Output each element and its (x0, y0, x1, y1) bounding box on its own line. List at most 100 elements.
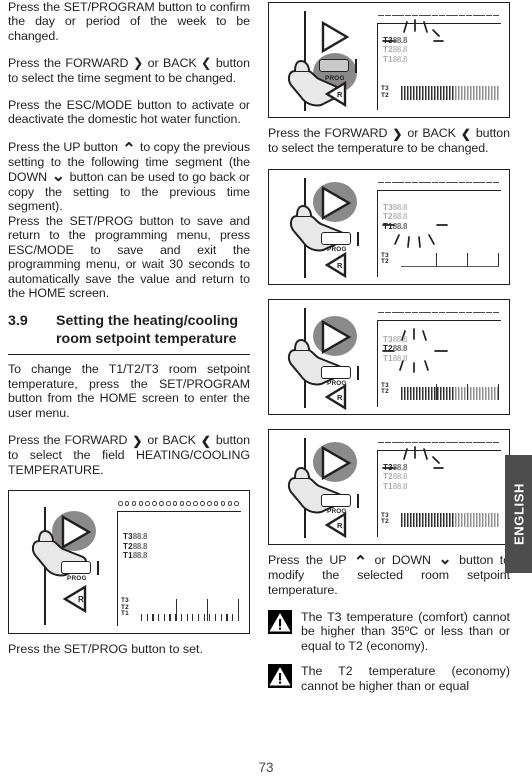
label-t1: T1 (123, 550, 133, 560)
day-dash (438, 181, 445, 183)
schedule-graph: T3 T2 (379, 509, 499, 535)
paragraph-esc-mode-dhw: Press the ESC/MODE button to activate or… (8, 98, 250, 127)
paragraph-confirm-day: Press the SET/PROGRAM button to confirm … (8, 0, 250, 43)
day-dash (465, 441, 472, 443)
paragraph-change-setpoint: To change the T1/T2/T3 room setpoint tem… (8, 362, 250, 420)
day-dash (486, 311, 492, 313)
setpoint-row-t2: T288.8 (383, 344, 407, 353)
paragraph-forward-back-temperature: Press the FORWARD or BACK button to sele… (268, 126, 510, 156)
controller-illustration: PROG R (283, 306, 365, 410)
lcd-frame-left (117, 511, 118, 627)
lcd-frame-left (377, 449, 378, 537)
label-t1: T1 (383, 353, 393, 363)
day-dot (213, 501, 219, 506)
warning-t2: The T2 temperature (economy) cannot be h… (268, 664, 510, 693)
text-fragment: Press the UP button (8, 139, 122, 154)
day-dash (492, 311, 499, 313)
mode-button-glyph: R (324, 251, 347, 278)
figure-select-t3: PROG R T388.8 T288.8 T188.8 T3 T2 (268, 428, 510, 545)
day-dash (378, 311, 384, 313)
section-number: 3.9 (8, 313, 28, 330)
mode-button-glyph: R (324, 383, 347, 410)
day-dash (411, 181, 418, 183)
graph-minor-tick (209, 614, 211, 622)
day-dot (131, 501, 137, 506)
label-t3: T3 (383, 462, 393, 472)
setpoint-readout: T388.8 T288.8 T188.8 (383, 335, 407, 363)
day-dash (384, 15, 391, 16)
mode-button-glyph: R (324, 511, 347, 538)
day-dot (200, 501, 205, 506)
setpoint-row-t2: T288.8 (383, 472, 407, 481)
day-dash (418, 441, 425, 443)
graph-row-labels: T3 T2 T1 (121, 598, 129, 618)
warning-t3: The T3 temperature (comfort) cannot be h… (268, 610, 510, 653)
down-arrow-icon (437, 554, 452, 568)
day-dot (179, 501, 185, 506)
graph-hatch-band (454, 86, 499, 100)
day-dash (432, 181, 438, 183)
graph-label-t1: T1 (121, 610, 129, 618)
graph-minor-tick (237, 614, 239, 622)
label-t3: T3 (383, 334, 393, 344)
day-dash (486, 181, 492, 183)
graph-minor-tick (169, 614, 171, 622)
day-dash (438, 15, 445, 16)
page-number: 73 (258, 760, 274, 775)
day-dot (193, 501, 198, 506)
right-column: PROG R T388.8 T288.8 T188.8 T3 T2 Press … (268, 0, 510, 704)
svg-text:R: R (337, 393, 343, 402)
graph-row-labels: T3 T2 (381, 85, 389, 99)
paragraph-forward-back-time-segment: Press the FORWARD ❯ or BACK ❮ button to … (8, 56, 250, 85)
lcd-frame-top (377, 319, 501, 321)
graph-plot (141, 599, 240, 622)
controller-illustration: PROG R (283, 9, 365, 113)
label-t2: T2 (383, 45, 393, 55)
day-dot (152, 501, 157, 506)
graph-plot (401, 380, 500, 403)
day-dash (432, 15, 438, 16)
lcd-display: T388.8 T288.8 T188.8 T3 T2 (373, 437, 501, 537)
text-fragment: Press the FORWARD ❯ or BACK ❮ button to … (8, 56, 250, 85)
warning-text: The T2 temperature (economy) cannot be h… (301, 664, 510, 693)
graph-label-t2: T2 (381, 91, 389, 99)
warning-triangle-icon (269, 613, 291, 632)
setpoint-row-t1: T188.8 (123, 551, 147, 560)
graph-tick (466, 383, 468, 400)
label-t3: T3 (123, 532, 133, 542)
graph-minor-tick (163, 614, 165, 622)
value-t1: 88.8 (132, 550, 148, 560)
day-dash (391, 311, 398, 313)
svg-text:R: R (337, 521, 343, 530)
value-t2: 88.8 (392, 472, 408, 482)
day-dot (145, 501, 150, 506)
day-dash (459, 181, 465, 183)
label-t2: T2 (383, 344, 393, 354)
back-arrow-icon (460, 127, 472, 141)
value-t1: 88.8 (392, 353, 408, 363)
graph-tick (436, 383, 438, 400)
day-dash (432, 441, 438, 443)
controller-illustration: PROG R (283, 436, 365, 540)
mode-button-glyph: R (324, 80, 347, 108)
day-dash (398, 181, 405, 183)
day-dash (486, 441, 492, 443)
graph-row-labels: T3 T2 (381, 512, 389, 526)
graph-tick (498, 252, 500, 266)
graph-minor-tick (197, 614, 200, 622)
graph-minor-tick (152, 614, 154, 622)
left-column: Press the SET/PROGRAM button to confirm … (8, 0, 250, 670)
graph-minor-tick (232, 614, 234, 622)
day-dash (492, 441, 499, 443)
day-dash (418, 311, 425, 313)
figure-select-t2: PROG R T388.8 T288.8 T188.8 T3 T2 (268, 298, 510, 415)
value-t2: 88.8 (132, 541, 148, 551)
day-dot (186, 501, 192, 506)
value-t2: 88.8 (392, 45, 408, 55)
lcd-display: T388.8 T288.8 T188.8 T3 T2 (373, 307, 501, 407)
graph-tick (498, 383, 500, 400)
graph-row-labels: T3 T2 (381, 252, 389, 266)
day-dot (165, 501, 171, 506)
day-indicator-bar (118, 499, 239, 508)
text-fragment: or BACK (143, 432, 200, 447)
